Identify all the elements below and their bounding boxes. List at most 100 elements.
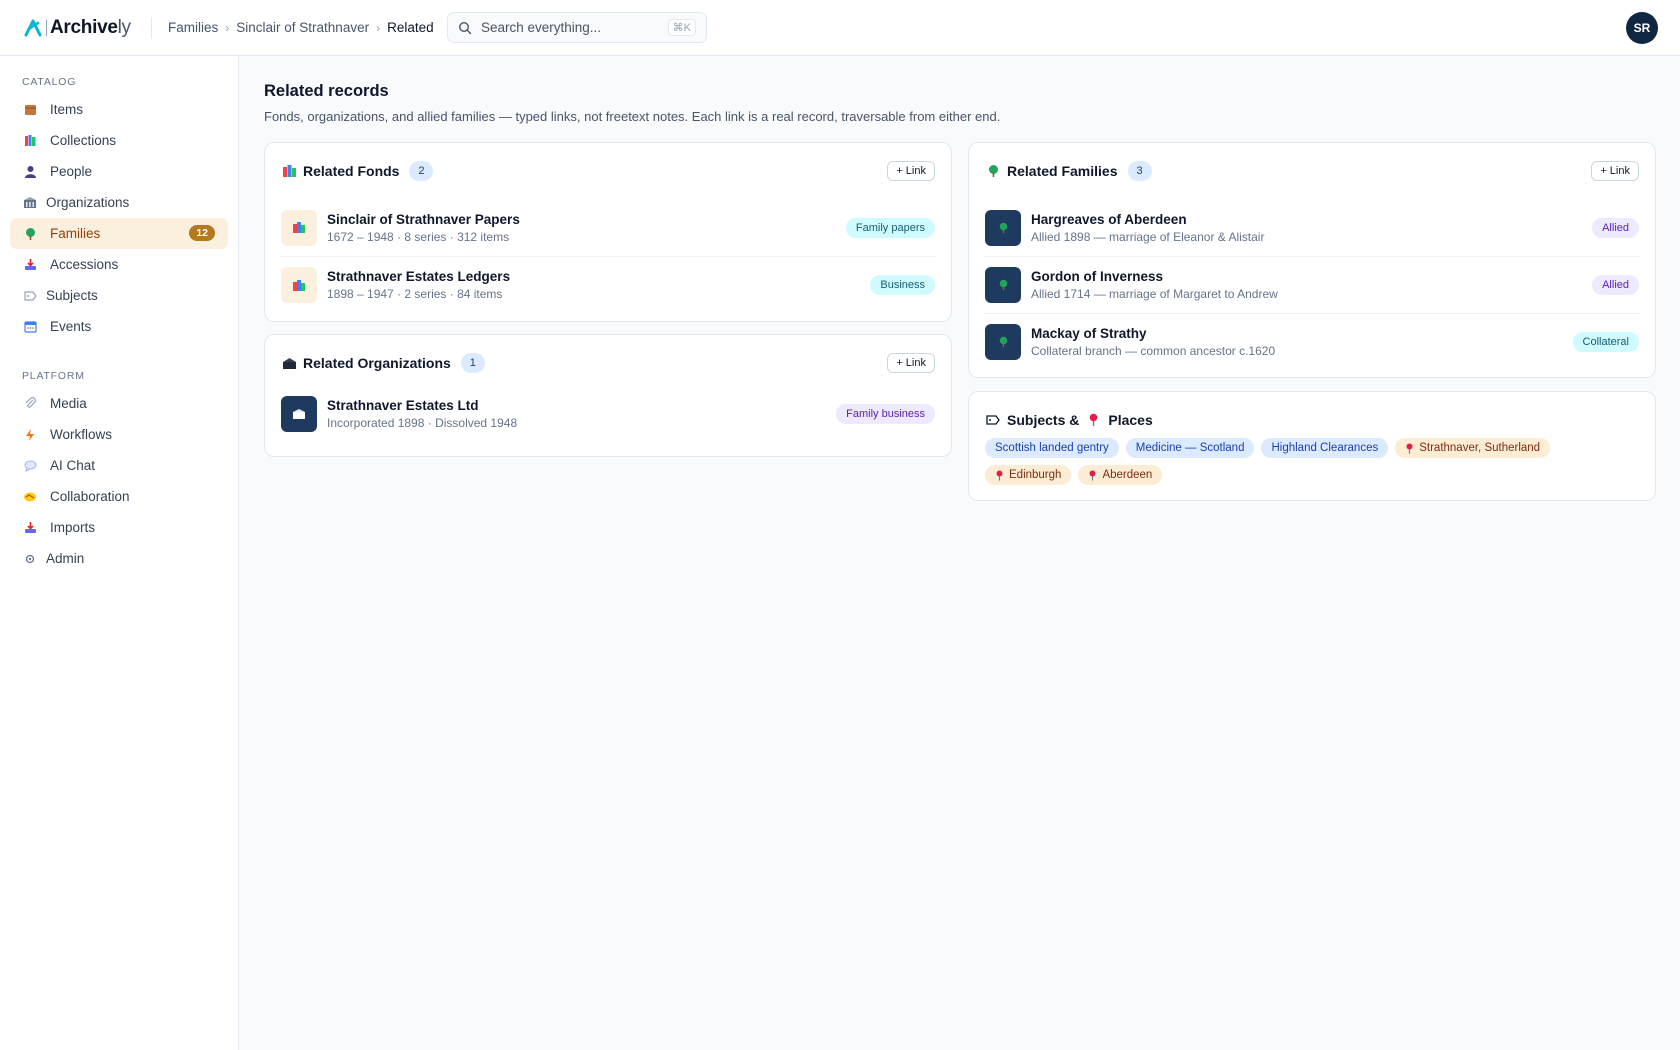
subject-tag[interactable]: Highland Clearances [1261, 438, 1389, 458]
fonds-row[interactable]: Sinclair of Strathnaver Papers 1672 – 19… [281, 199, 935, 256]
organization-type-badge: Family business [836, 403, 935, 424]
places-title: Places [1108, 412, 1153, 428]
family-row-text: Mackay of Strathy Collateral branch — co… [1031, 326, 1573, 358]
gear-icon [22, 551, 38, 567]
subject-tag[interactable]: Scottish landed gentry [985, 438, 1119, 458]
fonds-books-icon [281, 267, 317, 303]
tree-icon [22, 226, 38, 242]
chat-bubble-icon [22, 458, 38, 474]
organization-row[interactable]: Strathnaver Estates Ltd Incorporated 189… [281, 385, 935, 442]
organization-row-meta: Incorporated 1898 · Dissolved 1948 [327, 415, 518, 430]
breadcrumb-family[interactable]: Sinclair of Strathnaver [236, 20, 369, 35]
family-row-text: Gordon of Inverness Allied 1714 — marria… [1031, 269, 1592, 301]
handshake-icon [22, 489, 38, 505]
related-organizations-header: Related Organizations 1 + Link [281, 351, 935, 375]
fonds-link-button[interactable]: + Link [887, 161, 935, 181]
family-row-meta: Allied 1898 — marriage of Eleanor & Alis… [1031, 229, 1265, 244]
topbar-divider [151, 16, 152, 39]
paperclip-icon [22, 396, 38, 412]
family-row[interactable]: Gordon of Inverness Allied 1714 — marria… [985, 256, 1639, 313]
sidebar-item-admin[interactable]: Admin [10, 543, 228, 574]
subjects-title: Subjects & [1007, 412, 1080, 428]
page-title: Related records [264, 82, 389, 100]
building-icon [281, 355, 297, 371]
inbox-tray-icon [22, 257, 38, 273]
place-tag[interactable]: Edinburgh [985, 465, 1072, 485]
organization-row-text: Strathnaver Estates Ltd Incorporated 189… [327, 398, 836, 430]
fonds-row[interactable]: Strathnaver Estates Ledgers 1898 – 1947 … [281, 256, 935, 313]
fonds-row-title: Sinclair of Strathnaver Papers [327, 211, 520, 227]
sidebar-item-items[interactable]: Items [10, 94, 228, 125]
tree-icon [985, 163, 1001, 179]
organization-building-icon [281, 395, 317, 432]
sidebar-item-collaboration[interactable]: Collaboration [10, 481, 228, 512]
breadcrumb: Families › Sinclair of Strathnaver › Rel… [168, 20, 434, 35]
sidebar-item-families[interactable]: Families 12 [10, 218, 228, 249]
breadcrumb-separator-icon: › [225, 20, 230, 35]
family-row-text: Hargreaves of Aberdeen Allied 1898 — mar… [1031, 212, 1592, 244]
related-families-card: Related Families 3 + Link Hargreaves of … [968, 142, 1656, 378]
place-tag-label: Strathnaver, Sutherland [1419, 442, 1541, 454]
family-row[interactable]: Mackay of Strathy Collateral branch — co… [985, 313, 1639, 370]
breadcrumb-current: Related [387, 20, 434, 35]
pin-icon [1085, 412, 1101, 428]
breadcrumb-separator-icon: › [376, 20, 381, 35]
app-logo[interactable]: Archively [22, 17, 134, 39]
family-tree-icon [985, 324, 1021, 360]
subjects-places-tags: Scottish landed gentry Medicine — Scotla… [985, 438, 1639, 492]
page-subtitle: Fonds, organizations, and allied familie… [264, 109, 1001, 124]
related-families-title: Related Families [1007, 163, 1118, 179]
sidebar-item-workflows[interactable]: Workflows [10, 419, 228, 450]
related-fonds-card: Related Fonds 2 + Link Sinclair of Strat… [264, 142, 952, 322]
sidebar-section-catalog: CATALOG [22, 76, 77, 88]
sidebar-item-imports[interactable]: Imports [10, 512, 228, 543]
family-row[interactable]: Hargreaves of Aberdeen Allied 1898 — mar… [985, 199, 1639, 256]
family-row-title: Hargreaves of Aberdeen [1031, 211, 1187, 227]
organizations-link-button[interactable]: + Link [887, 353, 935, 373]
package-icon [22, 102, 38, 118]
logo-divider [46, 19, 47, 36]
fonds-row-title: Strathnaver Estates Ledgers [327, 269, 511, 284]
search-shortcut: ⌘K [667, 19, 696, 36]
related-fonds-count: 2 [409, 161, 434, 181]
lightning-icon [22, 427, 38, 443]
families-count-badge: 12 [189, 225, 215, 241]
family-row-meta: Collateral branch — common ancestor c.16… [1031, 344, 1276, 358]
sidebar-item-people[interactable]: People [10, 156, 228, 187]
place-tag[interactable]: Strathnaver, Sutherland [1395, 438, 1551, 458]
subject-tag[interactable]: Medicine — Scotland [1125, 438, 1255, 458]
sidebar-item-accessions[interactable]: Accessions [10, 249, 228, 280]
place-tag[interactable]: Aberdeen [1078, 465, 1163, 485]
archively-logo-icon [22, 17, 44, 39]
sidebar-item-subjects[interactable]: Subjects [10, 280, 228, 311]
related-organizations-count: 1 [460, 353, 485, 373]
families-link-button[interactable]: + Link [1591, 161, 1639, 181]
family-relation-badge: Allied [1592, 217, 1639, 238]
sidebar-item-organizations[interactable]: Organizations [10, 187, 228, 218]
calendar-icon [22, 319, 38, 335]
pin-icon [1405, 443, 1414, 454]
fonds-type-badge: Business [870, 275, 935, 295]
person-icon [22, 164, 38, 180]
fonds-row-meta: 1672 – 1948 · 8 series · 312 items [327, 229, 510, 244]
search-icon [458, 21, 472, 35]
sidebar: CATALOG Items Collections People Organiz… [0, 56, 239, 1050]
pin-icon [995, 470, 1004, 481]
place-tag-label: Edinburgh [1009, 469, 1062, 481]
family-row-title: Mackay of Strathy [1031, 326, 1147, 341]
fonds-books-icon [281, 209, 317, 246]
family-row-title: Gordon of Inverness [1031, 269, 1164, 284]
user-avatar[interactable]: SR [1626, 12, 1658, 44]
organization-row-title: Strathnaver Estates Ltd [327, 397, 479, 413]
search-input[interactable]: Search everything... ⌘K [447, 12, 707, 43]
sidebar-item-events[interactable]: Events [10, 311, 228, 342]
tag-icon [985, 412, 1001, 428]
sidebar-item-ai-chat[interactable]: AI Chat [10, 450, 228, 481]
family-row-meta: Allied 1714 — marriage of Margaret to An… [1031, 287, 1278, 301]
sidebar-item-collections[interactable]: Collections [10, 125, 228, 156]
inbox-tray-icon [22, 520, 38, 536]
related-fonds-header: Related Fonds 2 + Link [281, 159, 935, 183]
breadcrumb-families[interactable]: Families [168, 20, 218, 35]
sidebar-item-media[interactable]: Media [10, 388, 228, 419]
related-organizations-card: Related Organizations 1 + Link Strathnav… [264, 334, 952, 457]
